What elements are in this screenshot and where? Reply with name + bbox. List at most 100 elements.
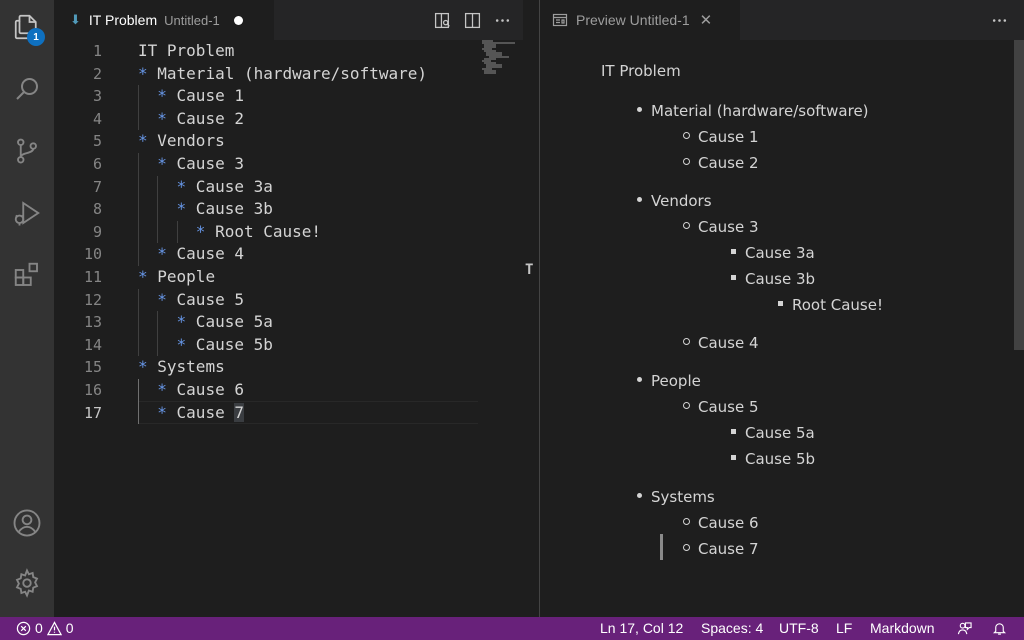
square-bullet-icon xyxy=(731,275,736,280)
encoding-status[interactable]: UTF-8 xyxy=(779,617,819,640)
line-number[interactable]: 8 xyxy=(54,198,108,221)
line-number[interactable]: 11 xyxy=(54,266,108,289)
code-line[interactable]: * Systems xyxy=(138,356,498,379)
preview-list-item: Cause 6 xyxy=(683,514,759,532)
explorer-button[interactable]: 1 xyxy=(0,0,54,54)
indent-guide xyxy=(138,220,139,244)
close-icon[interactable]: ✕ xyxy=(700,11,713,29)
code-line[interactable]: * Cause 3a xyxy=(138,175,498,199)
run-debug-button[interactable] xyxy=(0,186,54,240)
tab-it-problem[interactable]: ⬇ IT Problem Untitled-1 xyxy=(54,0,274,40)
code-line[interactable]: * Cause 5a xyxy=(138,311,498,334)
line-text: Cause 5 xyxy=(166,289,244,309)
open-preview-to-side-button[interactable] xyxy=(427,5,457,35)
preview-item-text: Cause 5a xyxy=(745,424,815,442)
notifications-button[interactable] xyxy=(992,617,1007,640)
line-number[interactable]: 4 xyxy=(54,108,108,131)
minimap[interactable] xyxy=(482,40,523,76)
indent-guide xyxy=(138,401,139,425)
code-line[interactable]: * Root Cause! xyxy=(138,220,498,244)
preview-more-actions-button[interactable] xyxy=(984,5,1014,35)
list-marker: * xyxy=(157,244,167,264)
preview-item-text: Vendors xyxy=(651,192,712,210)
list-marker: * xyxy=(138,63,148,83)
preview-item-text: Cause 7 xyxy=(698,540,759,558)
disc-bullet-icon xyxy=(637,493,642,498)
ellipsis-icon xyxy=(495,18,509,22)
code-line[interactable]: * People xyxy=(138,266,498,289)
feedback-button[interactable] xyxy=(957,617,972,640)
indent-guide xyxy=(138,85,139,108)
markdown-file-icon: ⬇ xyxy=(70,12,81,28)
code-line[interactable]: * Cause 3b xyxy=(138,198,498,221)
code-line[interactable]: * Cause 3 xyxy=(138,152,498,176)
activity-bar: 1 xyxy=(0,0,54,617)
line-number[interactable]: 6 xyxy=(54,153,108,176)
preview-list-item: Vendors xyxy=(637,192,712,210)
code-area[interactable]: IT Problem * Material (hardware/software)… xyxy=(138,40,498,425)
circle-bullet-icon xyxy=(683,222,690,229)
extensions-button[interactable] xyxy=(0,248,54,302)
line-number[interactable]: 7 xyxy=(54,176,108,199)
sash-handle-icon[interactable]: T xyxy=(525,262,533,278)
square-bullet-icon xyxy=(731,455,736,460)
code-line[interactable]: * Cause 2 xyxy=(138,107,498,131)
eol-status[interactable]: LF xyxy=(836,617,852,640)
circle-bullet-icon xyxy=(683,158,690,165)
line-number[interactable]: 16 xyxy=(54,379,108,402)
line-number[interactable]: 3 xyxy=(54,85,108,108)
preview-item-text: Cause 2 xyxy=(698,154,759,172)
code-line[interactable]: IT Problem xyxy=(138,40,498,63)
line-number-gutter: 1 2 3 4 5 6 7 8 9 10 11 12 13 14 15 16 17 xyxy=(54,40,114,424)
split-editor-button[interactable] xyxy=(457,5,487,35)
preview-list-item: Cause 5a xyxy=(731,424,815,442)
code-line[interactable]: * Cause 5 xyxy=(138,288,498,312)
line-number[interactable]: 9 xyxy=(54,221,108,244)
preview-item-text: Cause 6 xyxy=(698,514,759,532)
editor-sash[interactable] xyxy=(523,0,539,617)
preview-item-text: Cause 3 xyxy=(698,218,759,236)
preview-list-item: Cause 5 xyxy=(683,398,759,416)
line-number[interactable]: 17 xyxy=(54,402,108,425)
code-line[interactable]: * Cause 1 xyxy=(138,85,498,108)
code-line[interactable]: * Cause 4 xyxy=(138,243,498,266)
line-number[interactable]: 10 xyxy=(54,243,108,266)
line-number[interactable]: 1 xyxy=(54,40,108,63)
preview-item-text: Systems xyxy=(651,488,715,506)
indentation-status[interactable]: Spaces: 4 xyxy=(701,617,763,640)
line-text: Cause 2 xyxy=(166,108,244,128)
list-marker: * xyxy=(157,86,167,106)
indent-guide xyxy=(138,107,139,131)
code-line[interactable]: * Cause 5b xyxy=(138,333,498,357)
line-number[interactable]: 15 xyxy=(54,356,108,379)
code-line[interactable]: * Cause 7 xyxy=(138,401,498,425)
accounts-button[interactable] xyxy=(0,496,54,550)
source-control-button[interactable] xyxy=(0,124,54,178)
line-number[interactable]: 13 xyxy=(54,311,108,334)
manage-button[interactable] xyxy=(0,556,54,610)
indent-guide xyxy=(138,243,139,266)
code-line[interactable]: * Cause 6 xyxy=(138,378,498,402)
explorer-badge: 1 xyxy=(27,28,45,46)
cursor-position[interactable]: Ln 17, Col 12 xyxy=(600,617,683,640)
warning-count: 0 xyxy=(65,620,74,636)
list-marker: * xyxy=(157,153,167,173)
line-number[interactable]: 5 xyxy=(54,130,108,153)
preview-scrollbar[interactable] xyxy=(1014,40,1024,350)
code-line[interactable]: * Vendors xyxy=(138,130,498,153)
ellipsis-icon xyxy=(992,18,1006,22)
line-number[interactable]: 12 xyxy=(54,289,108,312)
list-marker: * xyxy=(157,108,167,128)
unsaved-dot-icon[interactable] xyxy=(233,15,243,25)
line-number[interactable]: 14 xyxy=(54,334,108,357)
problems-status[interactable]: 0 0 xyxy=(16,617,74,640)
search-button[interactable] xyxy=(0,62,54,116)
line-number[interactable]: 2 xyxy=(54,63,108,86)
more-actions-button[interactable] xyxy=(487,5,517,35)
tab-preview[interactable]: Preview Untitled-1 ✕ xyxy=(540,0,740,40)
language-mode-status[interactable]: Markdown xyxy=(870,617,935,640)
code-line[interactable]: * Material (hardware/software) xyxy=(138,63,498,86)
preview-sync-marker xyxy=(660,534,663,560)
